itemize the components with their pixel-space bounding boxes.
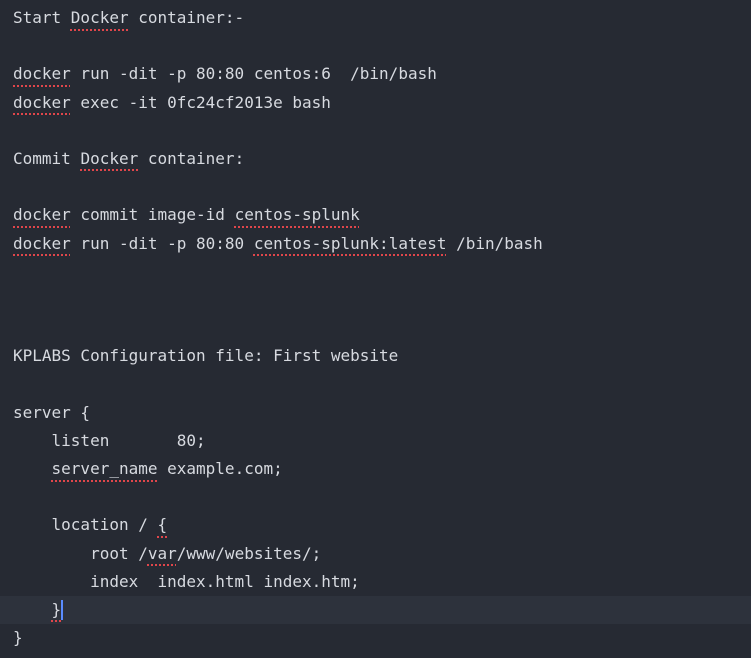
spellcheck-flagged-word: docker xyxy=(13,205,71,225)
code-text: Commit xyxy=(13,148,81,168)
code-text: index index.html index.htm; xyxy=(13,571,360,591)
spellcheck-flagged-word: { xyxy=(157,515,168,535)
spellcheck-flagged-word: var xyxy=(147,543,177,563)
code-line[interactable]: index index.html index.htm; xyxy=(0,568,751,596)
code-text: /bin/bash xyxy=(446,233,543,253)
code-text: container: xyxy=(138,148,245,168)
spellcheck-flagged-word: docker xyxy=(13,92,71,112)
code-text: run -dit -p 80:80 centos:6 /bin/bash xyxy=(70,64,437,84)
code-text: } xyxy=(13,628,23,648)
code-line[interactable]: docker exec -it 0fc24cf2013e bash xyxy=(0,89,751,117)
code-line[interactable]: } xyxy=(0,624,751,652)
code-line[interactable] xyxy=(0,258,751,286)
code-line[interactable] xyxy=(0,32,751,60)
code-line[interactable] xyxy=(0,286,751,314)
code-text: container:- xyxy=(128,8,245,27)
code-text: /www/websites/; xyxy=(176,543,322,563)
code-text: commit image-id xyxy=(70,205,235,225)
code-editor[interactable]: Start Docker container:- docker run -dit… xyxy=(0,0,751,658)
spellcheck-flagged-word: centos-splunk xyxy=(234,205,360,225)
code-line[interactable]: docker run -dit -p 80:80 centos:6 /bin/b… xyxy=(0,60,751,88)
code-text: server { xyxy=(13,402,91,422)
code-line[interactable] xyxy=(0,314,751,342)
code-text: exec -it 0fc24cf2013e bash xyxy=(70,92,331,112)
code-line[interactable]: listen 80; xyxy=(0,427,751,455)
code-text: run -dit -p 80:80 xyxy=(70,233,254,253)
spellcheck-flagged-word: } xyxy=(51,599,62,619)
code-line[interactable]: root /var/www/websites/; xyxy=(0,540,751,568)
spellcheck-flagged-word: Docker xyxy=(80,148,139,168)
code-text: KPLABS Configuration file: First website xyxy=(13,346,399,366)
spellcheck-flagged-word: server_name xyxy=(51,459,158,478)
spellcheck-flagged-word: Docker xyxy=(70,8,129,27)
code-line[interactable]: location / { xyxy=(0,511,751,539)
code-line[interactable]: docker run -dit -p 80:80 centos-splunk:l… xyxy=(0,230,751,258)
spellcheck-flagged-word: docker xyxy=(13,64,71,84)
code-text: location / xyxy=(13,515,158,535)
code-line[interactable]: docker commit image-id centos-splunk xyxy=(0,201,751,229)
code-line[interactable] xyxy=(0,173,751,201)
code-line[interactable] xyxy=(0,370,751,398)
code-text: example.com; xyxy=(157,459,283,478)
code-text: listen 80; xyxy=(13,430,206,450)
code-line[interactable]: Start Docker container:- xyxy=(0,4,751,32)
spellcheck-flagged-word: centos-splunk:latest xyxy=(253,233,447,253)
code-line[interactable] xyxy=(0,117,751,145)
code-line[interactable]: server_name example.com; xyxy=(0,455,751,483)
code-text: root / xyxy=(13,543,148,563)
code-line[interactable]: KPLABS Configuration file: First website xyxy=(0,342,751,370)
code-text: Start xyxy=(13,8,71,27)
code-line[interactable]: server { xyxy=(0,399,751,427)
code-line[interactable] xyxy=(0,483,751,511)
code-line[interactable]: } xyxy=(0,595,751,625)
spellcheck-flagged-word: docker xyxy=(13,233,71,253)
text-caret xyxy=(61,600,64,621)
code-line[interactable]: Commit Docker container: xyxy=(0,145,751,173)
